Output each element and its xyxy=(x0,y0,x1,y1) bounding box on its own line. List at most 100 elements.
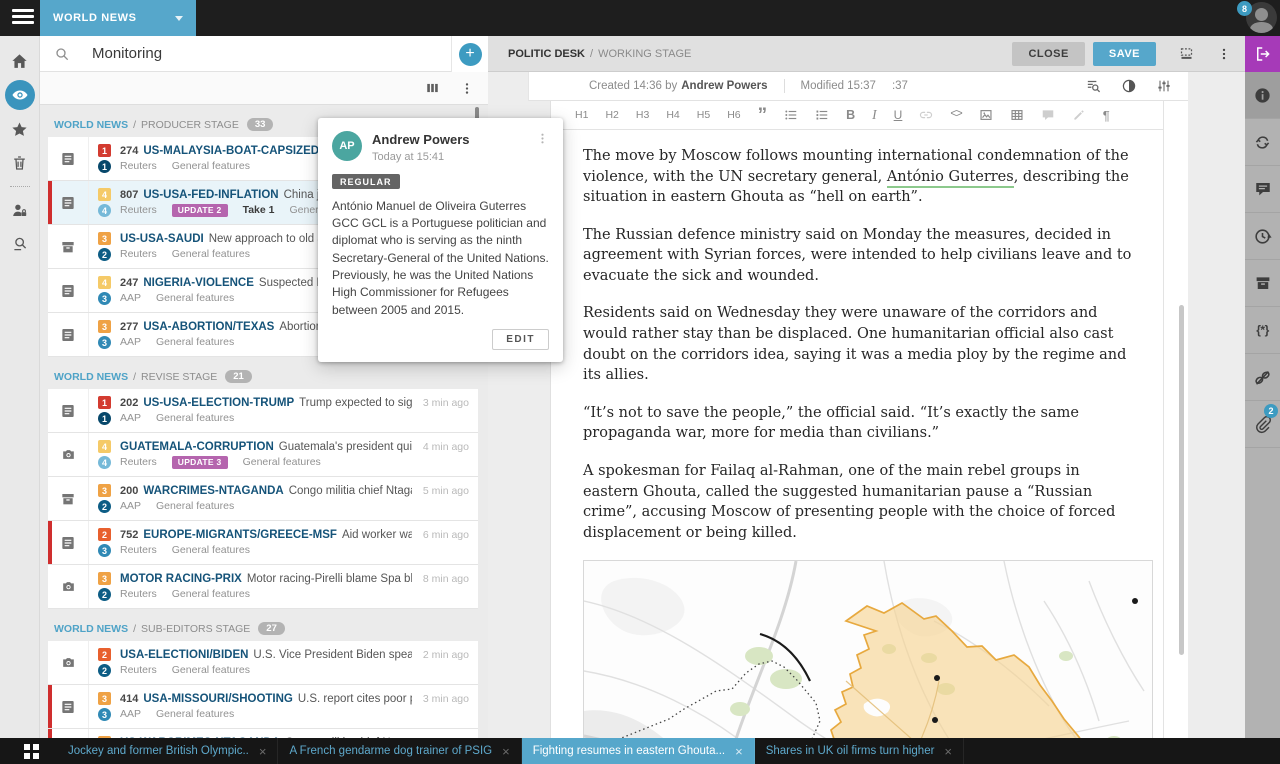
starred-items-icon[interactable] xyxy=(0,112,39,146)
toolbar-pilcrow-button[interactable]: ¶ xyxy=(1103,109,1110,122)
authoring-kebab-icon[interactable] xyxy=(1217,46,1231,62)
list-item[interactable]: 3 2 200 WARCRIMES-NTAGANDA Congo militia… xyxy=(48,477,478,521)
item-slugline[interactable]: USA-MISSOURI/SHOOTING xyxy=(143,693,293,705)
workqueue-grid-icon[interactable] xyxy=(24,744,39,759)
article-editor[interactable]: The move by Moscow follows mounting inte… xyxy=(551,130,1163,738)
workqueue-tab[interactable]: Shares in UK oil firms turn higher× xyxy=(755,738,964,764)
attachments-tab[interactable]: 2 xyxy=(1245,401,1280,448)
breadcrumb-separator: / xyxy=(590,48,593,60)
workqueue-tab[interactable]: A French gendarme dog trainer of PSIG× xyxy=(278,738,521,764)
editor-settings-sliders-icon[interactable] xyxy=(1156,78,1172,94)
fetch-exchange-tab[interactable] xyxy=(1245,119,1280,166)
item-slugline[interactable]: WARCRIMES-NTAGANDA xyxy=(143,485,283,497)
item-slugline[interactable]: EUROPE-MIGRANTS/GREECE-MSF xyxy=(143,529,337,541)
list-item[interactable]: 3 2 MOTOR RACING-PRIX Motor racing-Pirel… xyxy=(48,565,478,609)
contrast-theme-icon[interactable] xyxy=(1121,78,1137,94)
toolbar-image-icon[interactable] xyxy=(979,108,993,122)
article-paragraph[interactable]: Residents said on Wednesday they were un… xyxy=(583,303,1133,385)
toolbar-code-button[interactable]: <> xyxy=(950,109,961,121)
item-slugline[interactable]: US-MALAYSIA-BOAT-CAPSIZED xyxy=(143,145,319,157)
toolbar-ordered-list-icon[interactable] xyxy=(815,108,829,122)
item-source: Reuters xyxy=(120,544,157,556)
hamburger-menu-icon[interactable] xyxy=(12,9,34,27)
list-item[interactable]: 3 2 US-WARCRIMES-NTAGANDA Congo militia … xyxy=(48,729,478,738)
toolbar-comment-icon[interactable] xyxy=(1041,108,1055,122)
toolbar-underline-button[interactable]: U xyxy=(894,109,903,121)
spike-trash-icon[interactable] xyxy=(0,146,39,180)
global-search-icon[interactable] xyxy=(0,227,39,261)
toolbar-h2-button[interactable]: H2 xyxy=(605,110,618,121)
tab-close-icon[interactable]: × xyxy=(259,745,267,758)
popover-kebab-icon[interactable] xyxy=(536,131,549,146)
item-badges: 3 2 xyxy=(89,484,120,513)
dashboard-home-icon[interactable] xyxy=(0,44,39,78)
item-slugline[interactable]: US-USA-ELECTION-TRUMP xyxy=(143,397,294,409)
toolbar-table-icon[interactable] xyxy=(1010,108,1024,122)
workspace-selector[interactable]: WORLD NEWS xyxy=(40,0,196,36)
column-view-icon[interactable] xyxy=(425,81,440,95)
add-content-button[interactable]: + xyxy=(459,43,482,66)
item-slugline[interactable]: GUATEMALA-CORRUPTION xyxy=(120,441,274,453)
toolbar-h1-button[interactable]: H1 xyxy=(575,110,588,121)
priority-badge: 4 xyxy=(98,188,111,201)
item-slugline[interactable]: USA-ABORTION/TEXAS xyxy=(143,321,274,333)
info-tab[interactable] xyxy=(1245,72,1280,119)
item-slugline[interactable]: USA-ELECTIONI/BIDEN xyxy=(120,649,248,661)
toolbar-italic-button[interactable]: I xyxy=(872,108,877,122)
picture-item-icon xyxy=(60,447,77,462)
monitoring-menu-kebab-icon[interactable] xyxy=(460,81,474,96)
save-button[interactable]: SAVE xyxy=(1093,42,1156,66)
toolbar-blockquote-button[interactable]: ” xyxy=(758,110,768,120)
item-number: 247 xyxy=(120,277,138,289)
minimize-icon[interactable] xyxy=(1178,46,1195,61)
article-paragraph[interactable]: A spokesman for Failaq al-Rahman, one of… xyxy=(583,461,1133,543)
edit-button[interactable]: EDIT xyxy=(492,329,549,350)
close-button[interactable]: CLOSE xyxy=(1012,42,1084,66)
monitoring-search[interactable]: Monitoring + xyxy=(40,36,488,72)
editor-scrollbar[interactable] xyxy=(1179,305,1184,655)
tab-close-icon[interactable]: × xyxy=(502,745,510,758)
list-item[interactable]: 3 3 414 USA-MISSOURI/SHOOTING U.S. repor… xyxy=(48,685,478,729)
toolbar-link-icon[interactable] xyxy=(919,108,933,122)
item-genre: General features xyxy=(172,160,250,172)
toolbar-unordered-list-icon[interactable] xyxy=(784,108,798,122)
list-item[interactable]: 1 1 202 US-USA-ELECTION-TRUMP Trump expe… xyxy=(48,389,478,433)
find-replace-icon[interactable] xyxy=(1085,78,1102,95)
workqueue-tab[interactable]: Fighting resumes in eastern Ghouta...× xyxy=(522,738,755,764)
tab-close-icon[interactable]: × xyxy=(735,745,743,758)
tab-close-icon[interactable]: × xyxy=(944,745,952,758)
comments-tab[interactable] xyxy=(1245,166,1280,213)
priority-badge: 1 xyxy=(98,144,111,157)
toolbar-h6-button[interactable]: H6 xyxy=(727,110,740,121)
stage-header[interactable]: WORLD NEWS / REVISE STAGE 21 xyxy=(54,370,478,383)
item-slugline[interactable]: US-USA-SAUDI xyxy=(120,233,204,245)
list-item[interactable]: 2 3 752 EUROPE-MIGRANTS/GREECE-MSF Aid w… xyxy=(48,521,478,565)
item-slugline[interactable]: NIGERIA-VIOLENCE xyxy=(143,277,254,289)
composite-item-icon xyxy=(60,239,76,255)
workqueue-tab[interactable]: Jockey and former British Olympic..× xyxy=(57,738,278,764)
stage-header[interactable]: WORLD NEWS / SUB-EDITORS STAGE 27 xyxy=(54,622,478,635)
packages-tab[interactable] xyxy=(1245,260,1280,307)
item-headline: Guatemala's president quits. xyxy=(279,441,412,453)
item-type-icon xyxy=(48,433,89,476)
list-item[interactable]: 4 4 GUATEMALA-CORRUPTION Guatemala's pre… xyxy=(48,433,478,477)
monitoring-eye-icon[interactable] xyxy=(0,78,39,112)
history-tab[interactable] xyxy=(1245,213,1280,260)
toolbar-h4-button[interactable]: H4 xyxy=(666,110,679,121)
send-to-button[interactable] xyxy=(1245,36,1280,72)
toolbar-bold-button[interactable]: B xyxy=(846,109,855,122)
article-paragraph[interactable]: The move by Moscow follows mounting inte… xyxy=(583,146,1133,208)
list-item[interactable]: 2 2 USA-ELECTIONI/BIDEN U.S. Vice Presid… xyxy=(48,641,478,685)
toolbar-h3-button[interactable]: H3 xyxy=(636,110,649,121)
toolbar-h5-button[interactable]: H5 xyxy=(697,110,710,121)
item-slugline[interactable]: MOTOR RACING-PRIX xyxy=(120,573,242,585)
item-slugline[interactable]: US-USA-FED-INFLATION xyxy=(143,189,278,201)
article-paragraph[interactable]: The Russian defence ministry said on Mon… xyxy=(583,225,1133,287)
toolbar-annotation-icon[interactable] xyxy=(1072,108,1086,122)
article-paragraph[interactable]: “It’s not to save the people,” the offic… xyxy=(583,403,1133,444)
personal-space-icon[interactable] xyxy=(0,193,39,227)
linked-items-tab[interactable] xyxy=(1245,354,1280,401)
macros-tab[interactable]: {*} xyxy=(1245,307,1280,354)
urgency-badge: 2 xyxy=(98,588,111,601)
annotated-text[interactable]: António Guterres xyxy=(887,169,1014,188)
